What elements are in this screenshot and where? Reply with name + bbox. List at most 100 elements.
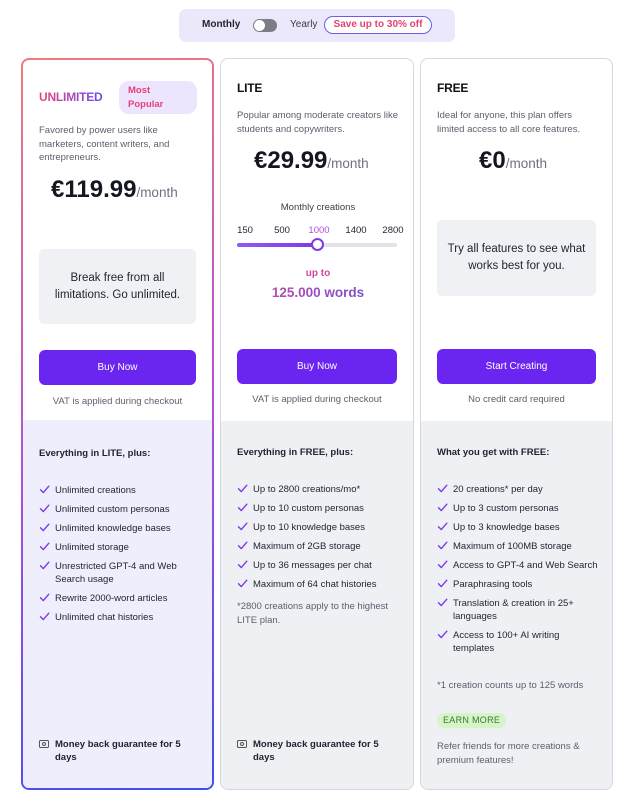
check-icon [237,503,248,512]
check-icon [437,522,448,531]
plan-name: LITE [237,81,263,95]
feature-text: Up to 10 custom personas [253,503,364,514]
feature-item: Up to 10 custom personas [237,502,402,515]
guarantee-text: Money back guarantee for 5 days [253,739,379,763]
feature-text: Access to 100+ AI writing templates [453,630,560,654]
refer-friends-text: Refer friends for more creations & premi… [437,741,580,766]
check-icon [237,484,248,493]
check-icon [237,541,248,550]
feature-item: Access to GPT-4 and Web Search [437,559,602,572]
feature-text: Unrestricted GPT-4 and Web Search usage [55,561,177,585]
plan-name: FREE [437,81,469,95]
monthly-creations-label: Monthly creations [280,202,356,213]
feature-item: Unrestricted GPT-4 and Web Search usage [39,560,204,586]
switch-knob [254,20,265,31]
feature-item: Up to 10 knowledge bases [237,521,402,534]
check-icon [39,485,50,494]
feature-item: 20 creations* per day [437,483,602,496]
feature-text: Up to 36 messages per chat [253,560,372,571]
plan-description: Favored by power users like marketers, c… [39,125,170,163]
price-amount: €0 [479,147,506,174]
feature-item: Up to 3 knowledge bases [437,521,602,534]
promo-box: Try all features to see what works best … [437,220,596,296]
earn-more-badge[interactable]: EARN MORE [437,713,507,728]
feature-item: Rewrite 2000-word articles [39,592,204,605]
slider-thumb[interactable] [311,238,324,251]
footnote: *2800 creations apply to the highest LIT… [237,601,389,626]
plan-description: Popular among moderate creators like stu… [237,110,399,135]
feature-text: Unlimited knowledge bases [55,523,171,534]
feature-item: Unlimited custom personas [39,503,204,516]
feature-item: Up to 36 messages per chat [237,559,402,572]
feature-text: Up to 2800 creations/mo* [253,484,361,495]
creations-slider[interactable] [237,238,397,251]
check-icon [237,522,248,531]
feature-item: Maximum of 2GB storage [237,540,402,553]
features-title: What you get with FREE: [437,447,550,458]
check-icon [437,503,448,512]
check-icon [39,612,50,621]
start-creating-button[interactable]: Start Creating [437,349,596,384]
check-icon [437,560,448,569]
feature-text: Access to GPT-4 and Web Search [453,560,598,571]
slider-tick[interactable]: 1400 [345,225,366,236]
features-list: Up to 2800 creations/mo* Up to 10 custom … [237,483,402,597]
monthly-label[interactable]: Monthly [202,19,240,30]
plan-card-lite: LITE Popular among moderate creators lik… [220,58,414,790]
vat-note: VAT is applied during checkout [52,396,183,407]
feature-item: Unlimited creations [39,484,204,497]
buy-now-button[interactable]: Buy Now [39,350,196,385]
feature-item: Maximum of 100MB storage [437,540,602,553]
feature-item: Up to 2800 creations/mo* [237,483,402,496]
feature-text: 20 creations* per day [453,484,543,495]
feature-text: Maximum of 64 chat histories [253,579,377,590]
money-back-guarantee: Money back guarantee for 5 days [39,738,204,764]
slider-tick[interactable]: 500 [274,225,290,236]
feature-text: Translation & creation in 25+ languages [453,598,574,622]
check-icon [437,598,448,607]
feature-item: Unlimited storage [39,541,204,554]
money-back-guarantee: Money back guarantee for 5 days [237,738,402,764]
plan-card-free: FREE Ideal for anyone, this plan offers … [420,58,613,790]
slider-tick[interactable]: 150 [237,225,253,236]
yearly-label[interactable]: Yearly [290,19,317,30]
feature-text: Maximum of 100MB storage [453,541,572,552]
money-icon [39,740,49,748]
slider-ticks: 150 500 1000 1400 2800 [237,225,404,237]
feature-item: Maximum of 64 chat histories [237,578,402,591]
billing-period-toggle: Monthly Yearly Save up to 30% off [179,9,455,42]
plan-card-unlimited: UNLIMITED Most Popular Favored by power … [21,58,214,790]
billing-switch[interactable] [253,19,277,32]
slider-tick[interactable]: 2800 [382,225,403,236]
save-badge: Save up to 30% off [324,16,432,34]
slider-fill [237,243,317,247]
check-icon [39,542,50,551]
features-list: 20 creations* per day Up to 3 custom pers… [437,483,602,661]
feature-text: Paraphrasing tools [453,579,533,590]
feature-item: Unlimited chat histories [39,611,204,624]
no-credit-card-note: No credit card required [468,394,565,405]
feature-text: Up to 3 knowledge bases [453,522,560,533]
money-icon [237,740,247,748]
footnote: *1 creation counts up to 125 words [437,680,584,691]
feature-text: Unlimited chat histories [55,612,154,623]
feature-item: Translation & creation in 25+ languages [437,597,602,623]
word-count: 125.000 words [221,285,413,300]
price-amount: €119.99 [51,176,137,203]
feature-text: Up to 3 custom personas [453,503,559,514]
price-period: /month [505,156,547,171]
features-title: Everything in FREE, plus: [237,447,354,458]
slider-tick[interactable]: 1000 [308,225,329,236]
buy-now-button[interactable]: Buy Now [237,349,397,384]
check-icon [39,523,50,532]
check-icon [237,579,248,588]
plan-description: Ideal for anyone, this plan offers limit… [437,110,581,135]
vat-note: VAT is applied during checkout [252,394,382,405]
plan-price: €119.99/month [51,176,178,204]
check-icon [437,579,448,588]
promo-box: Break free from all limitations. Go unli… [39,249,196,324]
feature-item: Up to 3 custom personas [437,502,602,515]
guarantee-text: Money back guarantee for 5 days [55,739,181,763]
most-popular-badge: Most Popular [119,81,197,114]
check-icon [237,560,248,569]
